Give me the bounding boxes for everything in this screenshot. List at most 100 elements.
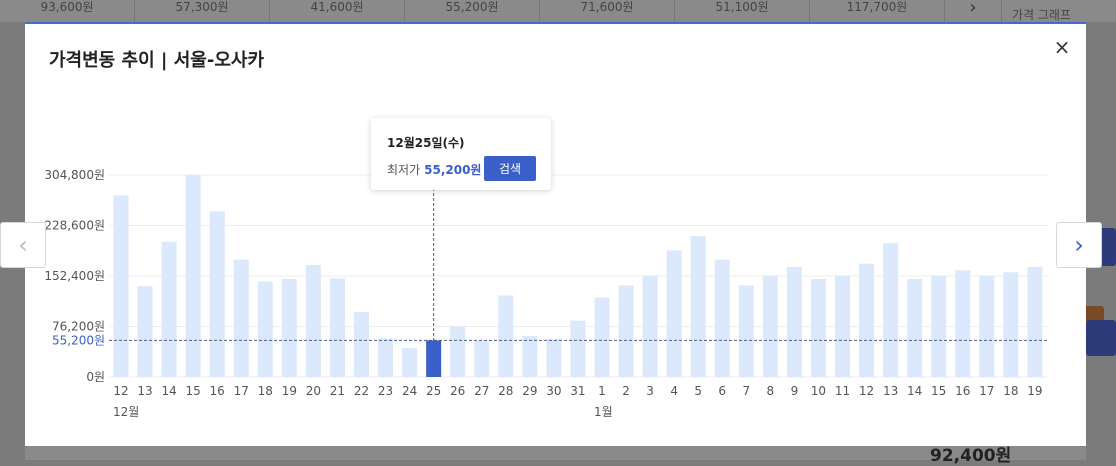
bar [931, 275, 947, 377]
bar [786, 266, 802, 377]
bar [762, 275, 778, 377]
prev-chevron-icon[interactable]: ‹ [0, 222, 46, 268]
bar [594, 297, 610, 377]
bar [883, 243, 899, 377]
tooltip-price-value: 55,200원 [424, 163, 482, 177]
background-price-cell: 55,200원 [405, 0, 540, 22]
y-tick-label: 304,800원 [44, 168, 105, 182]
bar [305, 264, 321, 377]
x-tick-label: 17 [234, 384, 249, 398]
tooltip-price-label: 최저가 [387, 163, 421, 177]
bar [137, 286, 153, 377]
x-tick-label: 2 [622, 384, 630, 398]
bar [690, 235, 706, 377]
x-tick-label: 12 [859, 384, 874, 398]
x-tick-label: 10 [811, 384, 826, 398]
chart-tooltip: 12월25일(수) 최저가 55,200원 검색 [371, 118, 551, 190]
background-price-cell: 57,300원 [135, 0, 270, 22]
x-tick-label: 21 [330, 384, 345, 398]
bar [666, 250, 682, 377]
bar [378, 338, 394, 377]
x-tick-label: 24 [402, 384, 417, 398]
month-label: 12월 [113, 405, 139, 419]
x-tick-label: 31 [570, 384, 585, 398]
x-tick-label: 6 [718, 384, 726, 398]
tooltip-price-row: 최저가 55,200원 [387, 161, 481, 178]
y-tick-label: 0원 [86, 370, 105, 384]
bar [810, 278, 826, 377]
bar [618, 285, 634, 377]
x-tick-label: 13 [883, 384, 898, 398]
bar [113, 195, 129, 377]
x-tick-label: 4 [670, 384, 678, 398]
background-price-strip: 93,600원 57,300원 41,600원 55,200원 71,600원 … [0, 0, 1116, 22]
bar [738, 285, 754, 377]
x-tick-label: 18 [1003, 384, 1018, 398]
bar [329, 278, 345, 377]
x-tick-label: 16 [955, 384, 970, 398]
next-chevron-icon[interactable]: › [1056, 222, 1102, 268]
x-tick-label: 29 [522, 384, 537, 398]
bar [209, 211, 225, 377]
bar [1003, 272, 1019, 377]
bar [714, 259, 730, 377]
bar [546, 339, 562, 377]
background-graph-link: 가격 그래프 [1012, 8, 1072, 22]
background-price-cell: 71,600원 [540, 0, 675, 22]
x-tick-label: 11 [835, 384, 850, 398]
x-tick-label: 20 [306, 384, 321, 398]
x-tick-label: 25 [426, 384, 441, 398]
bar [161, 241, 177, 377]
x-tick-label: 8 [767, 384, 775, 398]
x-tick-label: 23 [378, 384, 393, 398]
bar [474, 340, 490, 377]
bar [907, 278, 923, 377]
bar [859, 263, 875, 377]
x-tick-label: 18 [258, 384, 273, 398]
x-tick-label: 15 [931, 384, 946, 398]
bar [570, 320, 586, 377]
background-price-cell: 51,100원 [675, 0, 810, 22]
bar [402, 347, 418, 377]
bar [1027, 266, 1043, 377]
reference-line-label: 55,200원 [52, 333, 105, 347]
background-button [1086, 320, 1116, 356]
background-price-cell: 117,700원 [810, 0, 945, 22]
y-tick-label: 228,600원 [44, 219, 105, 233]
bar [354, 312, 369, 377]
x-tick-label: 12 [113, 384, 128, 398]
bar [522, 335, 538, 377]
background-chevron-right-icon: › [945, 0, 1002, 22]
tooltip-date: 12월25일(수) [387, 136, 465, 150]
bar [498, 295, 514, 377]
bar [955, 270, 971, 377]
x-tick-label: 26 [450, 384, 465, 398]
price-trend-modal: 가격변동 추이 | 서울-오사카 × 0원 76,200원 152,400원 228,… [25, 22, 1086, 446]
x-tick-label: 9 [791, 384, 799, 398]
x-tick-label: 22 [354, 384, 369, 398]
x-tick-label: 5 [694, 384, 702, 398]
search-button[interactable]: 검색 [484, 156, 536, 181]
bar [979, 275, 995, 377]
x-tick-label: 14 [161, 384, 176, 398]
month-label: 1월 [594, 405, 613, 419]
x-tick-label: 17 [979, 384, 994, 398]
x-tick-label: 7 [742, 384, 750, 398]
price-bar-chart: 0원 76,200원 152,400원 228,600원 304,800원 55,200원… [44, 168, 1049, 419]
x-tick-label: 15 [186, 384, 201, 398]
background-price-cell: 93,600원 [0, 0, 135, 22]
x-tick-label: 3 [646, 384, 654, 398]
y-tick-label: 152,400원 [44, 269, 105, 283]
bar [233, 259, 249, 377]
bar [185, 174, 201, 377]
x-tick-label: 16 [210, 384, 225, 398]
background-price-cell: 41,600원 [270, 0, 405, 22]
x-tick-label: 14 [907, 384, 922, 398]
bar [642, 275, 658, 377]
x-tick-label: 30 [546, 384, 561, 398]
x-tick-label: 28 [498, 384, 513, 398]
bar [281, 278, 297, 377]
bar [257, 281, 273, 377]
x-tick-label: 1 [598, 384, 606, 398]
background-bottom [25, 444, 1086, 460]
